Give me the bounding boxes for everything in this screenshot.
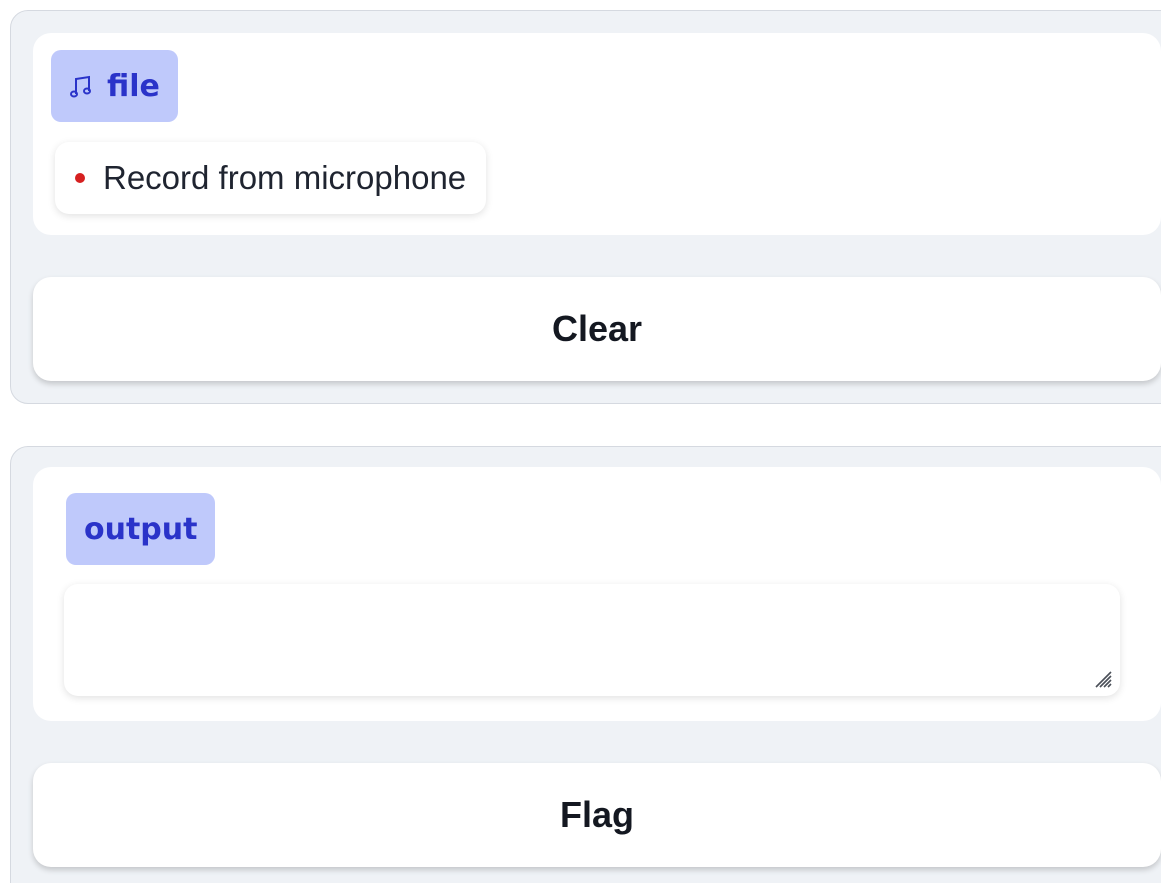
clear-button[interactable]: Clear xyxy=(33,277,1161,381)
output-label-badge: output xyxy=(66,493,216,565)
output-panel: output Flag xyxy=(10,446,1161,883)
flag-button[interactable]: Flag xyxy=(33,763,1161,867)
audio-input-block: file Record from microphone xyxy=(33,33,1161,235)
resize-handle-icon[interactable] xyxy=(1092,668,1112,688)
file-label-badge: file xyxy=(51,50,178,122)
output-label-text: output xyxy=(84,511,198,547)
app-page: file Record from microphone Clear output xyxy=(0,0,1161,883)
music-note-icon xyxy=(69,72,93,100)
output-block: output xyxy=(33,467,1161,721)
record-button-label: Record from microphone xyxy=(103,159,467,196)
file-label-text: file xyxy=(107,68,160,104)
record-dot-icon xyxy=(75,173,85,183)
record-from-microphone-button[interactable]: Record from microphone xyxy=(55,142,487,214)
input-panel: file Record from microphone Clear xyxy=(10,10,1161,404)
output-textarea[interactable] xyxy=(64,584,1120,696)
